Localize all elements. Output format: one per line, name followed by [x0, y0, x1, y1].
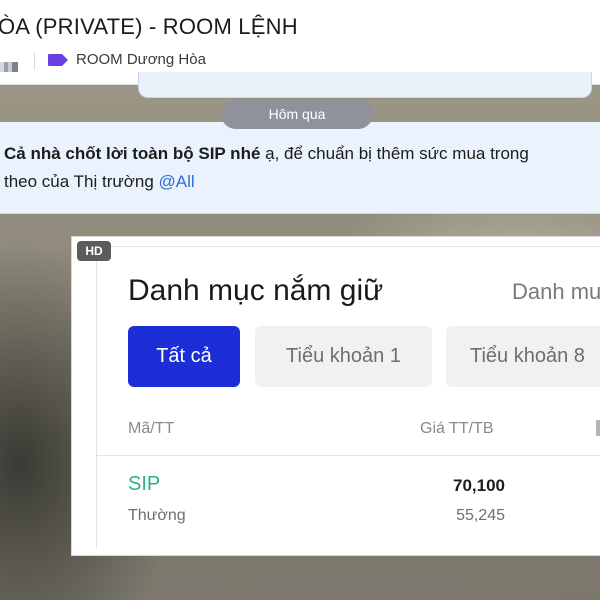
room-tag-label[interactable]: ROOM Dương Hòa — [76, 51, 206, 68]
chat-title[interactable]: ÒA (PRIVATE) - ROOM LỆNH — [0, 14, 298, 40]
mention-all[interactable]: @All — [159, 172, 195, 191]
message-text-2: theo của Thị trường — [4, 172, 159, 191]
tab-sub-account-1: Tiểu khoản 1 — [255, 326, 432, 387]
portfolio-link: Danh mu — [512, 279, 600, 304]
member-avatars[interactable] — [0, 62, 18, 72]
column-header-code: Mã/TT — [128, 420, 175, 437]
tag-icon — [48, 54, 68, 66]
message-bold-text: Cả nhà chốt lời toàn bộ SIP nhé — [4, 144, 261, 163]
message-bubble[interactable]: Cả nhà chốt lời toàn bộ SIP nhé ạ, để ch… — [0, 122, 600, 214]
date-separator: Hôm qua — [221, 99, 373, 129]
stock-code: SIP — [128, 473, 161, 495]
average-price: 55,245 — [456, 507, 505, 524]
column-header-cut — [596, 420, 600, 436]
row-divider — [96, 455, 600, 456]
column-header-price: Giá TT/TB — [420, 420, 494, 437]
stock-type: Thường — [128, 507, 186, 524]
tab-sub-account-8: Tiểu khoản 8 — [446, 326, 600, 387]
market-price: 70,100 — [453, 476, 505, 495]
portfolio-title: Danh mục nắm giữ — [128, 274, 384, 307]
hd-badge: HD — [77, 241, 111, 261]
message-line-1: Cả nhà chốt lời toàn bộ SIP nhé ạ, để ch… — [4, 144, 529, 164]
tab-all: Tất cả — [128, 326, 240, 387]
message-text: ạ, để chuẩn bị thêm sức mua trong — [260, 144, 529, 163]
previous-message-bubble[interactable] — [138, 72, 592, 98]
message-line-2: theo của Thị trường @All — [4, 172, 195, 192]
header-divider — [34, 52, 35, 70]
